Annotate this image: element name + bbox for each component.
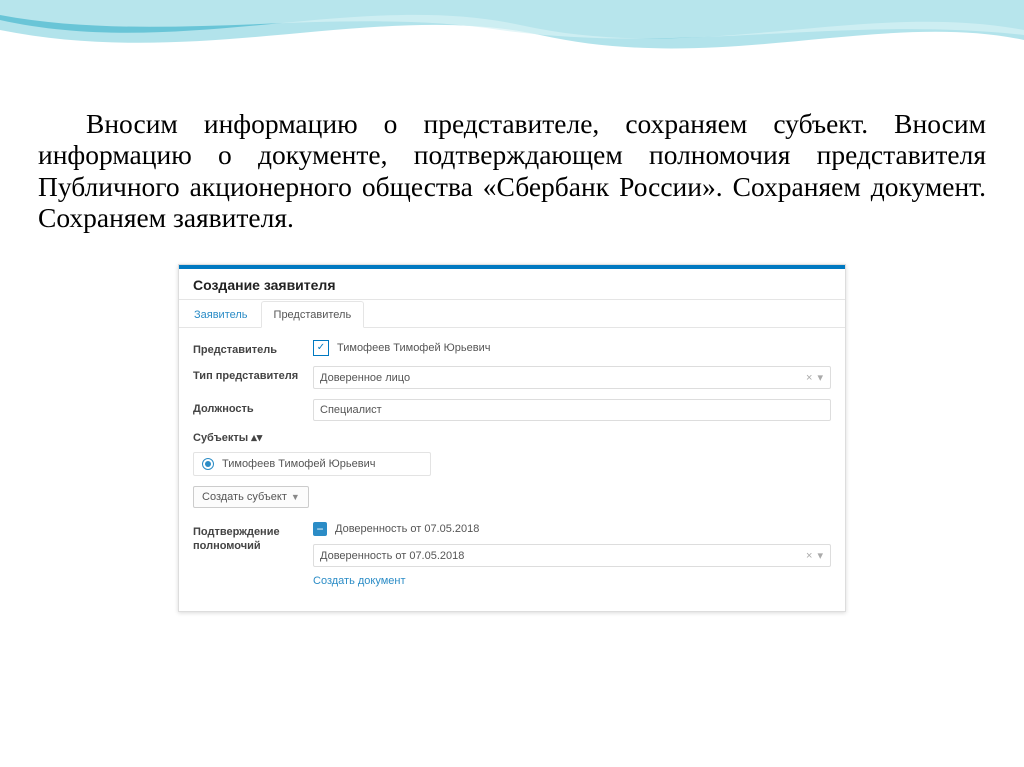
tab-representative[interactable]: Представитель: [261, 301, 365, 328]
authority-doc-name: Доверенность от 07.05.2018: [335, 523, 479, 535]
create-document-link[interactable]: Создать документ: [313, 575, 406, 587]
create-subject-dropdown[interactable]: Создать субъект ▼: [193, 486, 309, 508]
subject-item[interactable]: Тимофеев Тимофей Юрьевич: [193, 452, 431, 476]
remove-doc-button[interactable]: −: [313, 522, 327, 536]
authority-label: Подтверждение полномочий: [193, 522, 313, 554]
create-subject-label: Создать субъект: [202, 491, 287, 503]
subject-name: Тимофеев Тимофей Юрьевич: [222, 458, 375, 470]
representative-label: Представитель: [193, 340, 313, 356]
clear-select-icon[interactable]: × ▾: [806, 549, 824, 562]
representative-checkbox[interactable]: ✓: [313, 340, 329, 356]
form-screenshot: Создание заявителя Заявитель Представите…: [178, 264, 846, 612]
authority-doc-select[interactable]: Доверенность от 07.05.2018 × ▾: [313, 544, 831, 567]
tab-bar: Заявитель Представитель: [179, 300, 845, 328]
chevron-down-icon: ▼: [291, 492, 300, 502]
rep-type-select[interactable]: Доверенное лицо × ▾: [313, 366, 831, 389]
position-input[interactable]: Специалист: [313, 399, 831, 421]
rep-type-label: Тип представителя: [193, 366, 313, 382]
position-label: Должность: [193, 399, 313, 415]
instruction-paragraph: Вносим информацию о представителе, сохра…: [38, 108, 986, 235]
panel-title: Создание заявителя: [179, 269, 845, 300]
clear-select-icon[interactable]: × ▾: [806, 371, 824, 384]
subject-radio[interactable]: [202, 458, 214, 470]
rep-type-value: Доверенное лицо: [320, 372, 410, 384]
authority-doc-select-value: Доверенность от 07.05.2018: [320, 550, 464, 562]
representative-name: Тимофеев Тимофей Юрьевич: [337, 342, 490, 354]
subjects-heading: Субъекты ▴▾: [193, 431, 831, 444]
tab-applicant[interactable]: Заявитель: [181, 301, 261, 328]
